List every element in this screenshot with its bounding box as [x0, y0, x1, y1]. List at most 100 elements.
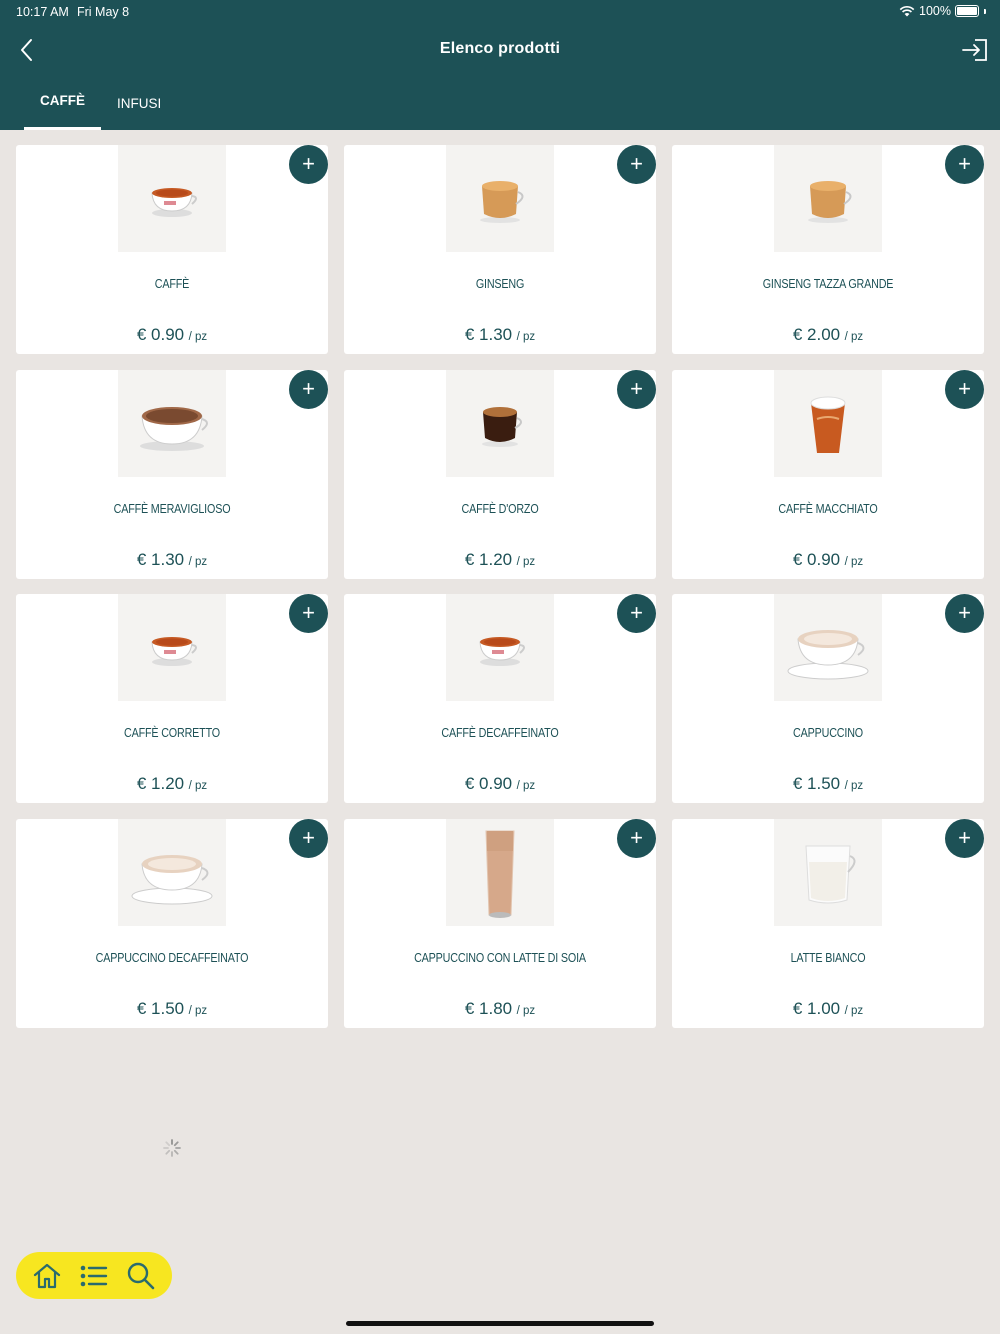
product-price: € 1.20 / pz [16, 774, 328, 794]
product-name: CAFFÈ D'ORZO [461, 502, 539, 516]
product-name: CAFFÈ [154, 277, 190, 291]
product-card[interactable]: + CAFFÈ MACCHIATO € 0.90 / pz [672, 370, 984, 579]
product-name: CAPPUCCINO [793, 726, 863, 740]
loading-spinner-icon [163, 1139, 181, 1157]
product-price: € 1.30 / pz [16, 550, 328, 570]
price-unit: / pz [844, 331, 864, 343]
login-icon [962, 39, 987, 61]
product-card[interactable]: + CAPPUCCINO € 1.50 / pz [672, 594, 984, 803]
product-card[interactable]: + CAFFÈ CORRETTO € 1.20 / pz [16, 594, 328, 803]
search-button[interactable] [124, 1259, 158, 1293]
price-value: € 1.00 [792, 999, 841, 1018]
price-value: € 0.90 [792, 550, 841, 569]
price-value: € 1.30 [464, 325, 513, 344]
product-name: LATTE BIANCO [790, 951, 866, 965]
status-bar: 10:17 AM Fri May 8 100% [0, 0, 1000, 24]
product-card[interactable]: + GINSENG € 1.30 / pz [344, 145, 656, 354]
price-value: € 1.30 [136, 550, 185, 569]
price-value: € 1.20 [464, 550, 513, 569]
add-to-cart-button[interactable]: + [945, 594, 984, 633]
product-name: CAFFÈ DECAFFEINATO [441, 726, 559, 740]
price-value: € 1.80 [464, 999, 513, 1018]
bottom-nav [16, 1252, 172, 1299]
price-unit: / pz [844, 780, 864, 792]
product-image [118, 594, 226, 701]
product-image [446, 819, 554, 926]
product-price: € 1.30 / pz [344, 325, 656, 345]
product-image [446, 145, 554, 252]
add-to-cart-button[interactable]: + [945, 819, 984, 858]
status-indicators: 100% [899, 4, 986, 18]
price-unit: / pz [516, 331, 536, 343]
tab-infusi[interactable]: INFUSI [101, 84, 177, 130]
product-price: € 2.00 / pz [672, 325, 984, 345]
product-image [774, 145, 882, 252]
product-price: € 0.90 / pz [16, 325, 328, 345]
product-name: GINSENG TAZZA GRANDE [762, 277, 894, 291]
add-to-cart-button[interactable]: + [289, 370, 328, 409]
add-to-cart-button[interactable]: + [945, 145, 984, 184]
product-card[interactable]: + CAPPUCCINO DECAFFEINATO € 1.50 / pz [16, 819, 328, 1028]
price-unit: / pz [516, 1005, 536, 1017]
product-card[interactable]: + GINSENG TAZZA GRANDE € 2.00 / pz [672, 145, 984, 354]
home-button[interactable] [30, 1259, 64, 1293]
product-image [774, 370, 882, 477]
product-price: € 0.90 / pz [672, 550, 984, 570]
product-image [118, 819, 226, 926]
product-image [446, 594, 554, 701]
home-indicator [346, 1321, 654, 1326]
add-to-cart-button[interactable]: + [289, 594, 328, 633]
product-card[interactable]: + CAPPUCCINO CON LATTE DI SOIA € 1.80 / … [344, 819, 656, 1028]
product-name: CAPPUCCINO CON LATTE DI SOIA [414, 951, 586, 965]
wifi-icon [899, 5, 915, 17]
price-value: € 2.00 [792, 325, 841, 344]
product-name: CAFFÈ MERAVIGLIOSO [113, 502, 231, 516]
home-icon [34, 1263, 61, 1288]
product-image [118, 370, 226, 477]
add-to-cart-button[interactable]: + [617, 145, 656, 184]
product-price: € 0.90 / pz [344, 774, 656, 794]
product-card[interactable]: + CAFFÈ DECAFFEINATO € 0.90 / pz [344, 594, 656, 803]
product-card[interactable]: + LATTE BIANCO € 1.00 / pz [672, 819, 984, 1028]
product-price: € 1.50 / pz [672, 774, 984, 794]
add-to-cart-button[interactable]: + [617, 370, 656, 409]
product-card[interactable]: + CAFFÈ € 0.90 / pz [16, 145, 328, 354]
product-name: CAFFÈ MACCHIATO [778, 502, 878, 516]
product-name: CAFFÈ CORRETTO [124, 726, 220, 740]
status-date: Fri May 8 [77, 5, 130, 19]
search-icon [127, 1262, 154, 1289]
price-value: € 0.90 [136, 325, 185, 344]
battery-percentage: 100% [919, 4, 951, 18]
top-bar: 10:17 AM Fri May 8 100% Elenco prodotti … [0, 0, 1000, 130]
price-unit: / pz [516, 780, 536, 792]
price-value: € 0.90 [464, 774, 513, 793]
product-card[interactable]: + CAFFÈ MERAVIGLIOSO € 1.30 / pz [16, 370, 328, 579]
page-title: Elenco prodotti [439, 40, 561, 57]
product-image [118, 145, 226, 252]
category-tabs: CAFFÈ INFUSI [24, 84, 177, 130]
product-image [774, 594, 882, 701]
add-to-cart-button[interactable]: + [289, 819, 328, 858]
price-unit: / pz [188, 780, 208, 792]
price-unit: / pz [188, 1005, 208, 1017]
price-unit: / pz [188, 331, 208, 343]
list-icon [80, 1265, 108, 1286]
add-to-cart-button[interactable]: + [289, 145, 328, 184]
product-card[interactable]: + CAFFÈ D'ORZO € 1.20 / pz [344, 370, 656, 579]
add-to-cart-button[interactable]: + [945, 370, 984, 409]
login-button[interactable] [960, 36, 990, 64]
product-price: € 1.00 / pz [672, 999, 984, 1019]
price-unit: / pz [844, 556, 864, 568]
product-image [774, 819, 882, 926]
price-value: € 1.20 [136, 774, 185, 793]
price-value: € 1.50 [136, 999, 185, 1018]
battery-icon [955, 5, 979, 17]
add-to-cart-button[interactable]: + [617, 594, 656, 633]
product-price: € 1.50 / pz [16, 999, 328, 1019]
price-unit: / pz [844, 1005, 864, 1017]
tab-caffe[interactable]: CAFFÈ [24, 84, 101, 130]
add-to-cart-button[interactable]: + [617, 819, 656, 858]
product-price: € 1.80 / pz [344, 999, 656, 1019]
list-button[interactable] [77, 1259, 111, 1293]
price-unit: / pz [516, 556, 536, 568]
